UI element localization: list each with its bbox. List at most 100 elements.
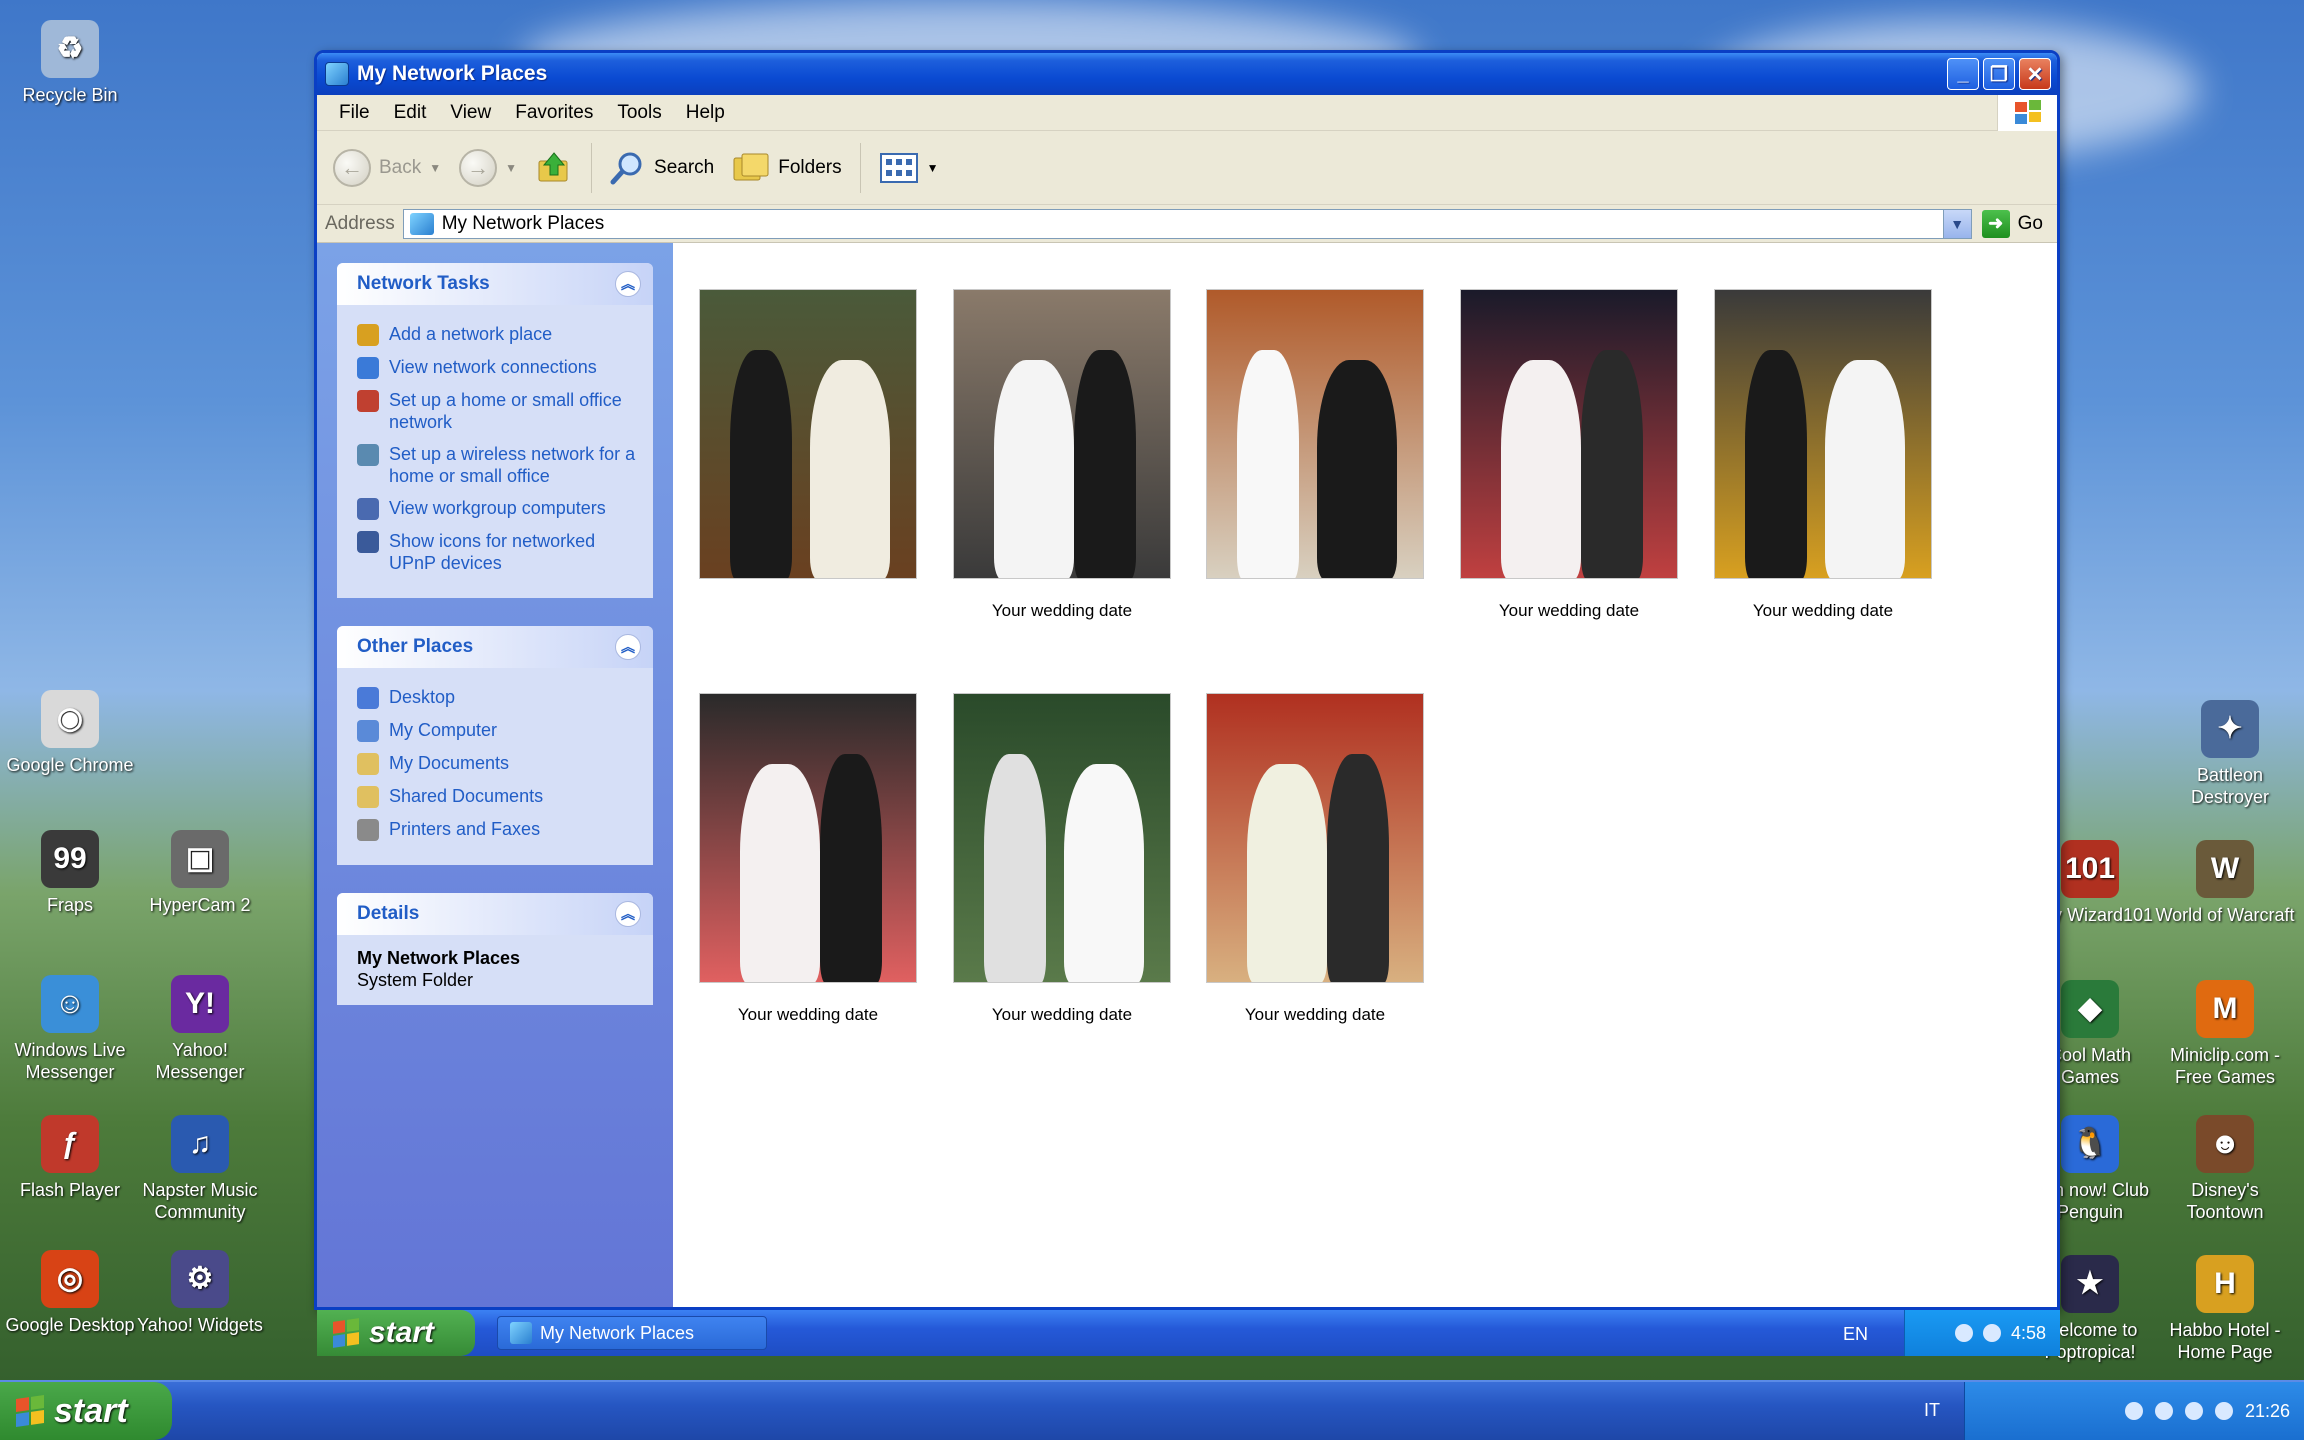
back-dropdown-icon[interactable]: ▼ bbox=[429, 161, 441, 175]
menu-help[interactable]: Help bbox=[674, 102, 737, 124]
task-add-a-network-place[interactable]: Add a network place bbox=[357, 323, 639, 346]
desktop-icon-world-of-warcraft[interactable]: W World of Warcraft bbox=[2155, 840, 2295, 926]
menu-bar: File Edit View Favorites Tools Help bbox=[317, 95, 2057, 131]
up-button[interactable] bbox=[529, 145, 579, 191]
bride-figure bbox=[1247, 764, 1327, 982]
wifi-icon[interactable] bbox=[2214, 1402, 2233, 1420]
file-item[interactable] bbox=[1206, 289, 1424, 601]
desktop-icon-yahoo-widgets[interactable]: ⚙ Yahoo! Widgets bbox=[130, 1250, 270, 1336]
task-set-up-a-wireless-network-for-a-home-or-small-office[interactable]: Set up a wireless network for a home or … bbox=[357, 443, 639, 487]
menu-edit[interactable]: Edit bbox=[382, 102, 439, 124]
file-item[interactable]: Your wedding date bbox=[699, 693, 917, 1024]
details-panel: Details ︽ My Network Places System Folde… bbox=[337, 893, 653, 1005]
file-view[interactable]: Your wedding date Your wedding date Your w… bbox=[673, 243, 2057, 1307]
file-item[interactable]: Your wedding date bbox=[953, 289, 1171, 620]
address-field[interactable]: My Network Places ▼ bbox=[402, 208, 1972, 239]
taskbar-window-button[interactable]: My Network Places bbox=[497, 1316, 767, 1350]
set-up-a-wireless-network-for-a-home-or-small-office-icon bbox=[357, 444, 379, 466]
inner-start-button[interactable]: start bbox=[317, 1310, 475, 1356]
desktop-icon-google-desktop[interactable]: ◎ Google Desktop bbox=[0, 1250, 140, 1336]
close-button[interactable]: ✕ bbox=[2019, 58, 2051, 90]
task-view-network-connections[interactable]: View network connections bbox=[357, 356, 639, 379]
photo-thumbnail bbox=[1714, 289, 1932, 579]
address-dropdown-icon[interactable]: ▼ bbox=[1942, 209, 1971, 238]
desktop-icon-label: Battleon Destroyer bbox=[2190, 765, 2270, 807]
menu-file[interactable]: File bbox=[327, 102, 382, 124]
collapse-chevron-icon[interactable]: ︽ bbox=[615, 634, 641, 660]
collapse-chevron-icon[interactable]: ︽ bbox=[615, 901, 641, 927]
network-tasks-list: Add a network place View network connecti… bbox=[337, 305, 653, 598]
bride-figure bbox=[994, 360, 1074, 578]
desktop-icon-napster-music-community[interactable]: ♫ Napster Music Community bbox=[130, 1115, 270, 1223]
desktop-icon-fraps[interactable]: 99 Fraps bbox=[0, 830, 140, 916]
folder-up-icon bbox=[538, 151, 568, 181]
back-button[interactable]: ← Back ▼ bbox=[327, 145, 447, 191]
recycle-bin-icon: ♻ bbox=[41, 20, 99, 78]
title-bar[interactable]: My Network Places _ ❐ ✕ bbox=[317, 53, 2057, 95]
desktop-icon-yahoo-messenger[interactable]: Y! Yahoo! Messenger bbox=[130, 975, 270, 1083]
task-my-computer[interactable]: My Computer bbox=[357, 719, 639, 742]
desktop-icon-windows-live-messenger[interactable]: ☺ Windows Live Messenger bbox=[0, 975, 140, 1083]
task-show-icons-for-networked-upnp-devices[interactable]: Show icons for networked UPnP devices bbox=[357, 530, 639, 574]
task-set-up-a-home-or-small-office-network[interactable]: Set up a home or small office network bbox=[357, 389, 639, 433]
outer-language-indicator[interactable]: IT bbox=[1924, 1400, 1940, 1421]
explorer-window[interactable]: My Network Places _ ❐ ✕ File Edit View F… bbox=[314, 50, 2060, 1310]
desktop-icon-recycle-bin[interactable]: ♻ Recycle Bin bbox=[0, 20, 140, 106]
file-item[interactable]: Your wedding date bbox=[1460, 289, 1678, 620]
address-value: My Network Places bbox=[441, 212, 605, 234]
window-title: My Network Places bbox=[357, 62, 548, 85]
folders-button[interactable]: Folders bbox=[726, 146, 847, 190]
desktop-icon-flash-player[interactable]: ƒ Flash Player bbox=[0, 1115, 140, 1201]
menu-view[interactable]: View bbox=[438, 102, 503, 124]
desktop-icon-miniclip-com-free-games[interactable]: M Miniclip.com - Free Games bbox=[2155, 980, 2295, 1088]
network-icon[interactable] bbox=[1982, 1324, 2001, 1342]
menu-tools[interactable]: Tools bbox=[605, 102, 673, 124]
file-item[interactable] bbox=[699, 289, 917, 601]
desktop-icon-habbo-hotel-home-page[interactable]: H Habbo Hotel - Home Page bbox=[2155, 1255, 2295, 1363]
network-tasks-header[interactable]: Network Tasks ︽ bbox=[337, 263, 653, 305]
disney-s-toontown-icon: ☻ bbox=[2196, 1115, 2254, 1173]
search-icon bbox=[610, 152, 642, 184]
language-indicator[interactable]: EN bbox=[1843, 1324, 1868, 1345]
chevron-icon[interactable] bbox=[2124, 1402, 2143, 1420]
details-header[interactable]: Details ︽ bbox=[337, 893, 653, 935]
desktop-icon-label: Google Chrome bbox=[6, 755, 134, 775]
views-button[interactable]: ▼ bbox=[873, 148, 945, 188]
views-dropdown-icon: ▼ bbox=[926, 160, 939, 175]
photo-thumbnail bbox=[1206, 289, 1424, 579]
desktop-icon-battleon-destroyer[interactable]: ✦ Battleon Destroyer bbox=[2160, 700, 2300, 808]
volume-icon[interactable] bbox=[2184, 1402, 2203, 1420]
views-icon bbox=[879, 152, 918, 183]
volume-icon[interactable] bbox=[1954, 1324, 1973, 1342]
file-caption: Your wedding date bbox=[1498, 601, 1640, 620]
forward-button[interactable]: → ▼ bbox=[453, 145, 523, 191]
bride-figure bbox=[1317, 360, 1397, 578]
task-my-documents[interactable]: My Documents bbox=[357, 752, 639, 775]
forward-dropdown-icon[interactable]: ▼ bbox=[505, 161, 517, 175]
collapse-chevron-icon[interactable]: ︽ bbox=[615, 271, 641, 297]
desktop-icon-disney-s-toontown[interactable]: ☻ Disney's Toontown bbox=[2155, 1115, 2295, 1223]
desktop-icon-google-chrome[interactable]: ◉ Google Chrome bbox=[0, 690, 140, 776]
task-view-workgroup-computers[interactable]: View workgroup computers bbox=[357, 497, 639, 520]
network-places-icon bbox=[510, 1322, 532, 1344]
task-label: View network connections bbox=[389, 357, 597, 377]
minimize-button[interactable]: _ bbox=[1947, 58, 1979, 90]
desktop-icon-label: Yahoo! Messenger bbox=[155, 1040, 245, 1082]
desktop-icon-hypercam-2[interactable]: ▣ HyperCam 2 bbox=[130, 830, 270, 916]
task-printers-and-faxes[interactable]: Printers and Faxes bbox=[357, 818, 639, 841]
menu-favorites[interactable]: Favorites bbox=[503, 102, 605, 124]
task-shared-documents[interactable]: Shared Documents bbox=[357, 785, 639, 808]
go-button[interactable]: ➜ Go bbox=[1972, 209, 2057, 238]
windows-flag-icon bbox=[333, 1318, 359, 1348]
maximize-button[interactable]: ❐ bbox=[1983, 58, 2015, 90]
file-item[interactable]: Your wedding date bbox=[1714, 289, 1932, 620]
task-desktop[interactable]: Desktop bbox=[357, 686, 639, 709]
search-button[interactable]: Search bbox=[604, 146, 720, 190]
other-places-header[interactable]: Other Places ︽ bbox=[337, 626, 653, 668]
photo-thumbnail bbox=[699, 289, 917, 579]
file-item[interactable]: Your wedding date bbox=[953, 693, 1171, 1024]
outer-start-button[interactable]: start bbox=[0, 1382, 172, 1440]
file-item[interactable]: Your wedding date bbox=[1206, 693, 1424, 1024]
bride-figure bbox=[740, 764, 820, 982]
network-icon[interactable] bbox=[2154, 1402, 2173, 1420]
